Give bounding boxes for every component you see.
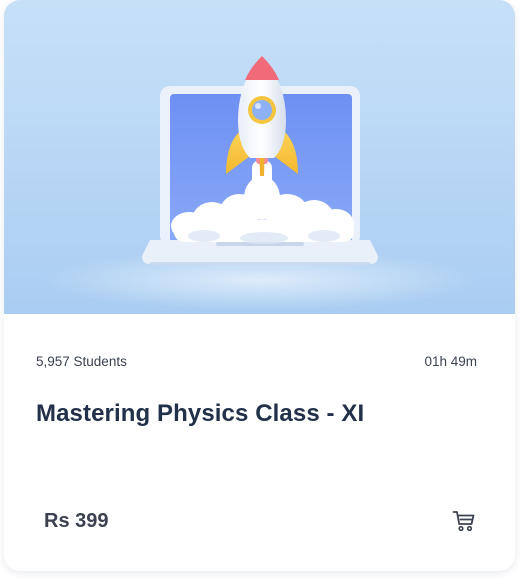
add-to-cart-button[interactable]	[451, 508, 477, 534]
course-duration: 01h 49m	[424, 353, 477, 369]
rocket-laptop-illustration	[4, 0, 515, 314]
price-row: Rs 399	[44, 506, 477, 536]
course-card[interactable]: 5,957 Students 01h 49m Mastering Physics…	[4, 0, 515, 571]
course-meta: 5,957 Students 01h 49m	[36, 352, 477, 370]
course-thumbnail	[4, 0, 515, 314]
cart-icon	[452, 511, 475, 532]
course-price: Rs 399	[44, 509, 109, 532]
students-count: 5,957 Students	[36, 353, 127, 369]
course-info: 5,957 Students 01h 49m Mastering Physics…	[4, 314, 515, 571]
course-title[interactable]: Mastering Physics Class - XI	[36, 400, 364, 428]
